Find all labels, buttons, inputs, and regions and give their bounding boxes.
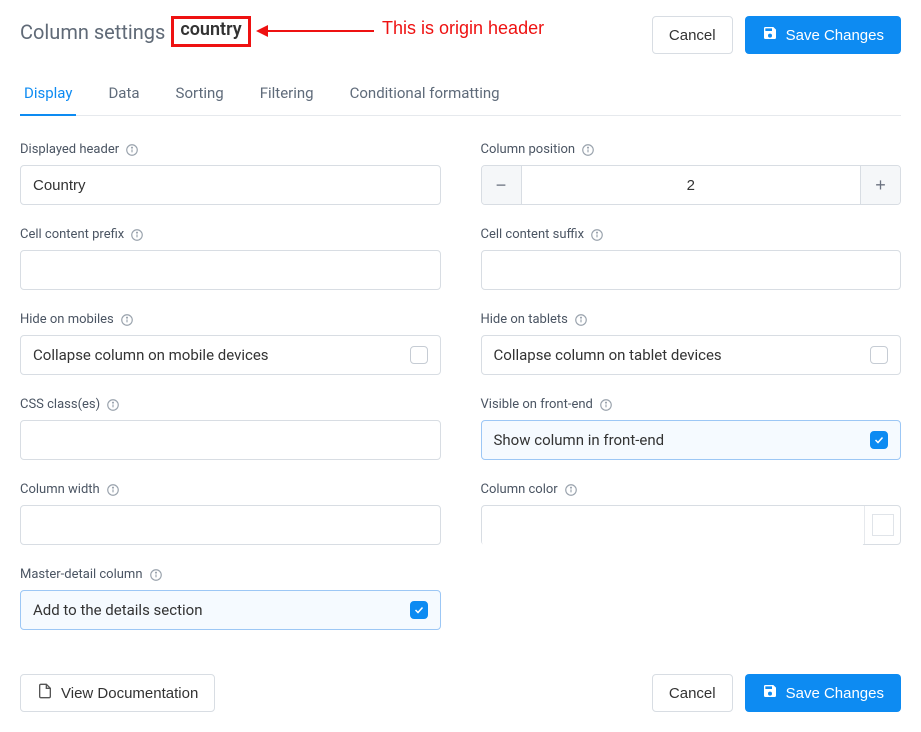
field-cell-prefix: Cell content prefix (20, 227, 441, 290)
visible-front-toggle[interactable]: Show column in front-end (481, 420, 902, 460)
label-master-detail: Master-detail column (20, 567, 143, 582)
checkbox-icon (410, 601, 428, 619)
label-cell-prefix: Cell content prefix (20, 227, 124, 242)
cancel-button[interactable]: Cancel (652, 16, 733, 54)
hide-tablets-option: Collapse column on tablet devices (494, 346, 722, 364)
label-column-position: Column position (481, 142, 576, 157)
info-icon[interactable] (106, 483, 120, 497)
info-icon[interactable] (590, 228, 604, 242)
column-color-input[interactable] (482, 506, 865, 546)
cancel-button[interactable]: Cancel (652, 674, 733, 712)
field-master-detail: Master-detail column Add to the details … (20, 567, 441, 630)
tab-filtering[interactable]: Filtering (256, 74, 318, 116)
checkbox-icon (870, 346, 888, 364)
field-column-width: Column width (20, 482, 441, 545)
info-icon[interactable] (130, 228, 144, 242)
tab-sorting[interactable]: Sorting (172, 74, 228, 116)
master-detail-toggle[interactable]: Add to the details section (20, 590, 441, 630)
column-color-picker[interactable] (481, 505, 902, 545)
stepper-plus-button[interactable]: + (860, 166, 900, 204)
cell-suffix-input[interactable] (481, 250, 902, 290)
tabs: Display Data Sorting Filtering Condition… (20, 74, 901, 116)
info-icon[interactable] (120, 313, 134, 327)
column-position-input[interactable] (522, 166, 861, 204)
column-width-input[interactable] (20, 505, 441, 545)
hide-tablets-toggle[interactable]: Collapse column on tablet devices (481, 335, 902, 375)
color-swatch[interactable] (872, 514, 894, 536)
label-visible-front: Visible on front-end (481, 397, 593, 412)
info-icon[interactable] (125, 143, 139, 157)
save-button[interactable]: Save Changes (745, 674, 901, 712)
checkbox-icon (410, 346, 428, 364)
info-icon[interactable] (564, 483, 578, 497)
css-classes-input[interactable] (20, 420, 441, 460)
field-column-position: Column position − + (481, 142, 902, 205)
info-icon[interactable] (599, 398, 613, 412)
field-column-color: Column color (481, 482, 902, 545)
save-button[interactable]: Save Changes (745, 16, 901, 54)
quantity-stepper: − + (481, 165, 902, 205)
origin-header-value: country (171, 16, 250, 47)
checkbox-icon (870, 431, 888, 449)
info-icon[interactable] (581, 143, 595, 157)
label-hide-tablets: Hide on tablets (481, 312, 568, 327)
field-css-classes: CSS class(es) (20, 397, 441, 460)
tab-conditional[interactable]: Conditional formatting (346, 74, 504, 116)
label-column-width: Column width (20, 482, 100, 497)
save-button-label: Save Changes (786, 685, 884, 702)
save-button-label: Save Changes (786, 27, 884, 44)
info-icon[interactable] (574, 313, 588, 327)
annotation-arrow (264, 30, 374, 32)
tab-data[interactable]: Data (104, 74, 143, 116)
visible-front-option: Show column in front-end (494, 431, 665, 449)
stepper-minus-button[interactable]: − (482, 166, 522, 204)
annotation-text: This is origin header (382, 18, 544, 39)
hide-mobiles-toggle[interactable]: Collapse column on mobile devices (20, 335, 441, 375)
label-css-classes: CSS class(es) (20, 397, 100, 412)
hide-mobiles-option: Collapse column on mobile devices (33, 346, 269, 364)
view-documentation-label: View Documentation (61, 685, 198, 702)
view-documentation-button[interactable]: View Documentation (20, 674, 215, 712)
field-displayed-header: Displayed header (20, 142, 441, 205)
master-detail-option: Add to the details section (33, 601, 202, 619)
field-cell-suffix: Cell content suffix (481, 227, 902, 290)
field-visible-front: Visible on front-end Show column in fron… (481, 397, 902, 460)
save-icon (762, 683, 778, 703)
page-title: Column settings (20, 20, 165, 44)
save-icon (762, 25, 778, 45)
info-icon[interactable] (149, 568, 163, 582)
field-hide-mobiles: Hide on mobiles Collapse column on mobil… (20, 312, 441, 375)
info-icon[interactable] (106, 398, 120, 412)
field-hide-tablets: Hide on tablets Collapse column on table… (481, 312, 902, 375)
tab-display[interactable]: Display (20, 74, 76, 116)
document-icon (37, 683, 53, 703)
displayed-header-input[interactable] (20, 165, 441, 205)
label-column-color: Column color (481, 482, 558, 497)
label-hide-mobiles: Hide on mobiles (20, 312, 114, 327)
label-displayed-header: Displayed header (20, 142, 119, 157)
label-cell-suffix: Cell content suffix (481, 227, 585, 242)
cell-prefix-input[interactable] (20, 250, 441, 290)
